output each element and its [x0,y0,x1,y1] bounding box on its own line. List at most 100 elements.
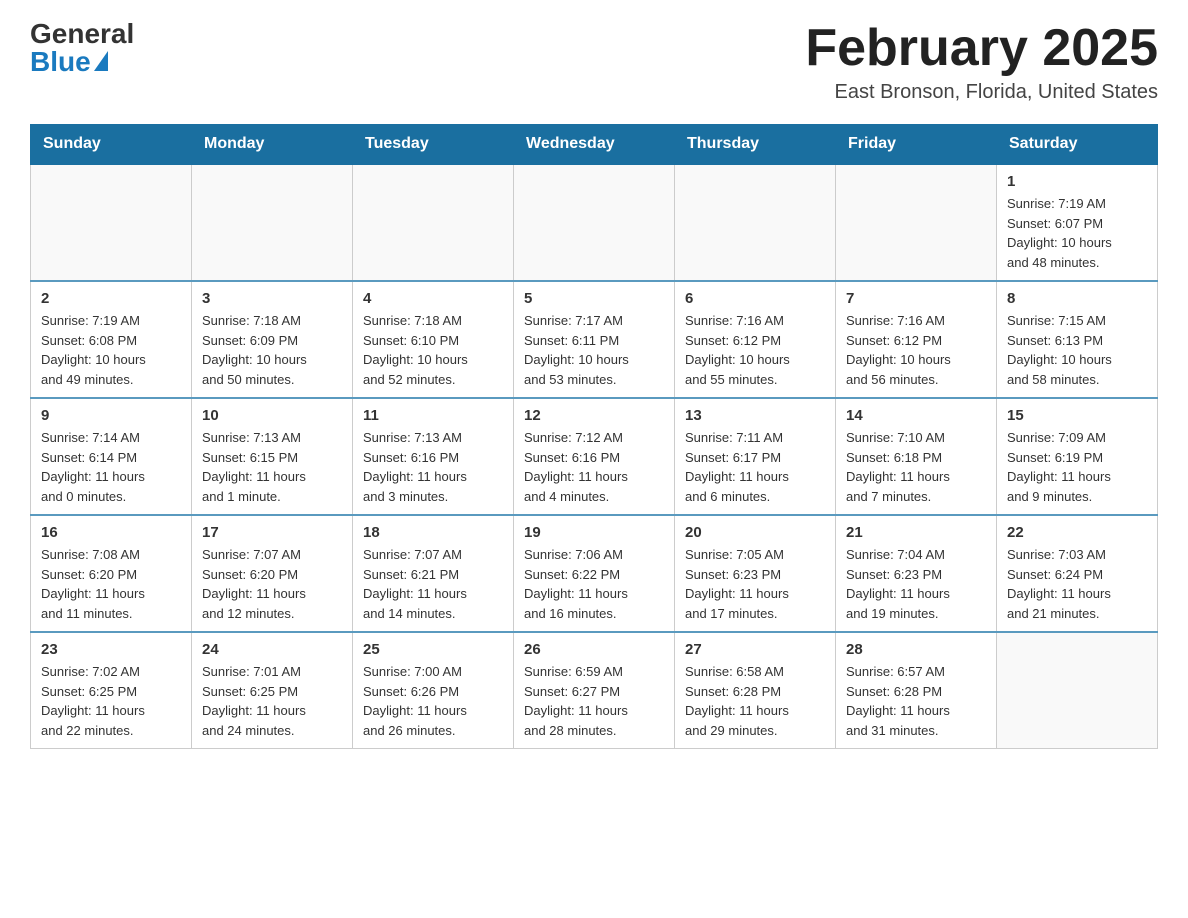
day-number: 21 [846,524,986,541]
calendar-cell: 8 Sunrise: 7:15 AM Sunset: 6:13 PM Daylig… [997,281,1158,398]
day-info: Sunrise: 7:19 AM Sunset: 6:08 PM Dayligh… [41,311,181,389]
day-number: 4 [363,290,503,307]
day-number: 3 [202,290,342,307]
title-area: February 2025 East Bronson, Florida, Uni… [805,20,1158,104]
calendar-cell [31,164,192,281]
day-info: Sunrise: 7:19 AM Sunset: 6:07 PM Dayligh… [1007,194,1147,272]
calendar-cell: 28Sunrise: 6:57 AM Sunset: 6:28 PM Dayli… [836,632,997,749]
calendar-cell: 15 Sunrise: 7:09 AM Sunset: 6:19 PM Dayli… [997,398,1158,515]
day-number: 16 [41,524,181,541]
calendar-table: SundayMondayTuesdayWednesdayThursdayFrid… [30,124,1158,749]
calendar-cell: 2 Sunrise: 7:19 AM Sunset: 6:08 PM Daylig… [31,281,192,398]
day-number: 25 [363,641,503,658]
month-title: February 2025 [805,20,1158,77]
logo-general-text: General [30,20,134,48]
calendar-day-header: Saturday [997,125,1158,165]
calendar-day-header: Friday [836,125,997,165]
day-info: Sunrise: 7:01 AM Sunset: 6:25 PM Dayligh… [202,662,342,740]
day-info: Sunrise: 6:59 AM Sunset: 6:27 PM Dayligh… [524,662,664,740]
calendar-cell [836,164,997,281]
calendar-week-row: 23 Sunrise: 7:02 AM Sunset: 6:25 PM Dayli… [31,632,1158,749]
calendar-cell [997,632,1158,749]
calendar-cell [192,164,353,281]
calendar-cell: 1 Sunrise: 7:19 AM Sunset: 6:07 PM Daylig… [997,164,1158,281]
calendar-cell: 27Sunrise: 6:58 AM Sunset: 6:28 PM Dayli… [675,632,836,749]
calendar-week-row: 16 Sunrise: 7:08 AM Sunset: 6:20 PM Dayli… [31,515,1158,632]
day-info: Sunrise: 7:07 AM Sunset: 6:21 PM Dayligh… [363,545,503,623]
day-info: Sunrise: 7:02 AM Sunset: 6:25 PM Dayligh… [41,662,181,740]
day-number: 11 [363,407,503,424]
calendar-cell: 18Sunrise: 7:07 AM Sunset: 6:21 PM Dayli… [353,515,514,632]
day-info: Sunrise: 7:18 AM Sunset: 6:10 PM Dayligh… [363,311,503,389]
calendar-cell: 14 Sunrise: 7:10 AM Sunset: 6:18 PM Dayli… [836,398,997,515]
logo-blue-text: Blue [30,48,91,76]
day-info: Sunrise: 7:13 AM Sunset: 6:16 PM Dayligh… [363,428,503,506]
day-number: 22 [1007,524,1147,541]
calendar-header-row: SundayMondayTuesdayWednesdayThursdayFrid… [31,125,1158,165]
day-number: 28 [846,641,986,658]
calendar-cell: 20 Sunrise: 7:05 AM Sunset: 6:23 PM Dayli… [675,515,836,632]
calendar-cell: 11 Sunrise: 7:13 AM Sunset: 6:16 PM Dayli… [353,398,514,515]
day-info: Sunrise: 7:17 AM Sunset: 6:11 PM Dayligh… [524,311,664,389]
day-info: Sunrise: 7:08 AM Sunset: 6:20 PM Dayligh… [41,545,181,623]
day-info: Sunrise: 7:11 AM Sunset: 6:17 PM Dayligh… [685,428,825,506]
day-number: 14 [846,407,986,424]
logo: General Blue [30,20,134,76]
day-number: 12 [524,407,664,424]
day-info: Sunrise: 7:12 AM Sunset: 6:16 PM Dayligh… [524,428,664,506]
day-number: 26 [524,641,664,658]
day-number: 7 [846,290,986,307]
day-info: Sunrise: 7:09 AM Sunset: 6:19 PM Dayligh… [1007,428,1147,506]
day-info: Sunrise: 7:04 AM Sunset: 6:23 PM Dayligh… [846,545,986,623]
day-info: Sunrise: 7:16 AM Sunset: 6:12 PM Dayligh… [685,311,825,389]
location-text: East Bronson, Florida, United States [805,81,1158,104]
calendar-cell: 16 Sunrise: 7:08 AM Sunset: 6:20 PM Dayli… [31,515,192,632]
day-number: 23 [41,641,181,658]
calendar-cell: 6Sunrise: 7:16 AM Sunset: 6:12 PM Daylig… [675,281,836,398]
day-info: Sunrise: 7:16 AM Sunset: 6:12 PM Dayligh… [846,311,986,389]
day-info: Sunrise: 7:00 AM Sunset: 6:26 PM Dayligh… [363,662,503,740]
day-number: 24 [202,641,342,658]
day-number: 19 [524,524,664,541]
day-number: 17 [202,524,342,541]
calendar-week-row: 9Sunrise: 7:14 AM Sunset: 6:14 PM Daylig… [31,398,1158,515]
day-number: 15 [1007,407,1147,424]
calendar-day-header: Sunday [31,125,192,165]
calendar-cell: 9Sunrise: 7:14 AM Sunset: 6:14 PM Daylig… [31,398,192,515]
calendar-cell: 4 Sunrise: 7:18 AM Sunset: 6:10 PM Daylig… [353,281,514,398]
calendar-cell: 13 Sunrise: 7:11 AM Sunset: 6:17 PM Dayli… [675,398,836,515]
calendar-cell [353,164,514,281]
day-number: 5 [524,290,664,307]
calendar-cell: 3 Sunrise: 7:18 AM Sunset: 6:09 PM Daylig… [192,281,353,398]
logo-triangle-icon [94,51,108,71]
day-info: Sunrise: 7:07 AM Sunset: 6:20 PM Dayligh… [202,545,342,623]
day-number: 2 [41,290,181,307]
calendar-day-header: Thursday [675,125,836,165]
calendar-cell: 10Sunrise: 7:13 AM Sunset: 6:15 PM Dayli… [192,398,353,515]
day-number: 13 [685,407,825,424]
day-number: 8 [1007,290,1147,307]
calendar-cell: 25 Sunrise: 7:00 AM Sunset: 6:26 PM Dayli… [353,632,514,749]
day-info: Sunrise: 7:05 AM Sunset: 6:23 PM Dayligh… [685,545,825,623]
page-header: General Blue February 2025 East Bronson,… [30,20,1158,104]
day-info: Sunrise: 7:15 AM Sunset: 6:13 PM Dayligh… [1007,311,1147,389]
day-info: Sunrise: 6:58 AM Sunset: 6:28 PM Dayligh… [685,662,825,740]
day-number: 9 [41,407,181,424]
day-number: 20 [685,524,825,541]
calendar-day-header: Wednesday [514,125,675,165]
day-number: 10 [202,407,342,424]
day-info: Sunrise: 7:18 AM Sunset: 6:09 PM Dayligh… [202,311,342,389]
day-number: 1 [1007,173,1147,190]
calendar-week-row: 2 Sunrise: 7:19 AM Sunset: 6:08 PM Daylig… [31,281,1158,398]
calendar-cell: 12 Sunrise: 7:12 AM Sunset: 6:16 PM Dayli… [514,398,675,515]
calendar-cell: 23 Sunrise: 7:02 AM Sunset: 6:25 PM Dayli… [31,632,192,749]
day-info: Sunrise: 7:10 AM Sunset: 6:18 PM Dayligh… [846,428,986,506]
calendar-day-header: Monday [192,125,353,165]
calendar-cell [514,164,675,281]
calendar-cell: 26 Sunrise: 6:59 AM Sunset: 6:27 PM Dayli… [514,632,675,749]
calendar-cell: 17 Sunrise: 7:07 AM Sunset: 6:20 PM Dayli… [192,515,353,632]
calendar-cell: 19Sunrise: 7:06 AM Sunset: 6:22 PM Dayli… [514,515,675,632]
calendar-cell [675,164,836,281]
calendar-cell: 24 Sunrise: 7:01 AM Sunset: 6:25 PM Dayli… [192,632,353,749]
calendar-cell: 7 Sunrise: 7:16 AM Sunset: 6:12 PM Daylig… [836,281,997,398]
